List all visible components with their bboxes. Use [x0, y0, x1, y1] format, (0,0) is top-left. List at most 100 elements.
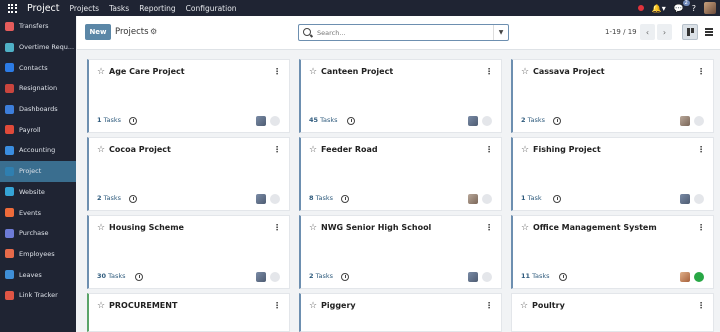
apps-menu-icon[interactable]	[6, 2, 18, 14]
new-button[interactable]: New	[85, 24, 111, 40]
sidebar-item-overtime-requ[interactable]: Overtime Requ...	[0, 37, 76, 58]
status-indicator[interactable]	[270, 116, 280, 126]
pager-prev-button[interactable]: ‹	[640, 24, 655, 40]
sidebar-item-project[interactable]: Project	[0, 160, 76, 182]
assignee-avatar[interactable]	[468, 116, 478, 126]
assignee-avatar[interactable]	[256, 116, 266, 126]
card-menu-icon[interactable]: ⋮	[485, 67, 493, 76]
assignee-avatar[interactable]	[680, 194, 690, 204]
favorite-star-icon[interactable]: ☆	[97, 301, 105, 311]
status-indicator[interactable]	[270, 272, 280, 282]
menu-reporting[interactable]: Reporting	[139, 4, 175, 13]
status-indicator[interactable]	[694, 194, 704, 204]
card-menu-icon[interactable]: ⋮	[485, 301, 493, 310]
help-icon[interactable]: ?	[692, 4, 696, 13]
tasks-link[interactable]: 30 Tasks	[97, 272, 126, 280]
favorite-star-icon[interactable]: ☆	[97, 67, 105, 77]
favorite-star-icon[interactable]: ☆	[309, 67, 317, 77]
project-card[interactable]: ☆ Office Management System ⋮ 11 Tasks	[511, 215, 714, 289]
card-menu-icon[interactable]: ⋮	[697, 67, 705, 76]
project-card[interactable]: ☆ Feeder Road ⋮ 8 Tasks	[299, 137, 502, 211]
card-menu-icon[interactable]: ⋮	[697, 223, 705, 232]
tasks-link[interactable]: 1 Task	[521, 194, 542, 202]
tasks-link[interactable]: 8 Tasks	[309, 194, 333, 202]
card-menu-icon[interactable]: ⋮	[273, 145, 281, 154]
favorite-star-icon[interactable]: ☆	[309, 223, 317, 233]
status-indicator[interactable]	[482, 116, 492, 126]
search-input[interactable]	[317, 27, 487, 39]
favorite-star-icon[interactable]: ☆	[97, 145, 105, 155]
favorite-star-icon[interactable]: ☆	[521, 223, 529, 233]
sidebar-item-purchase[interactable]: Purchase	[0, 223, 76, 244]
status-indicator[interactable]	[694, 272, 704, 282]
activity-clock-icon[interactable]	[553, 117, 561, 125]
sidebar-item-accounting[interactable]: Accounting	[0, 140, 76, 161]
sidebar-item-resignation[interactable]: Resignation	[0, 78, 76, 99]
bell-icon[interactable]: 🔔▾	[652, 4, 666, 13]
project-card[interactable]: ☆ Age Care Project ⋮ 1 Tasks	[87, 59, 290, 133]
tasks-link[interactable]: 11 Tasks	[521, 272, 550, 280]
sidebar-item-transfers[interactable]: Transfers	[0, 16, 76, 37]
project-card[interactable]: ☆ NWG Senior High School ⋮ 2 Tasks	[299, 215, 502, 289]
favorite-star-icon[interactable]: ☆	[520, 301, 528, 311]
assignee-avatar[interactable]	[680, 116, 690, 126]
favorite-star-icon[interactable]: ☆	[309, 145, 317, 155]
tasks-link[interactable]: 45 Tasks	[309, 116, 338, 124]
kanban-view-button[interactable]	[682, 24, 698, 40]
assignee-avatar[interactable]	[256, 194, 266, 204]
list-view-button[interactable]	[701, 24, 717, 40]
activity-clock-icon[interactable]	[559, 273, 567, 281]
assignee-avatar[interactable]	[680, 272, 690, 282]
pager-next-button[interactable]: ›	[657, 24, 672, 40]
favorite-star-icon[interactable]: ☆	[97, 223, 105, 233]
project-card[interactable]: ☆ Piggery ⋮	[299, 293, 502, 332]
favorite-star-icon[interactable]: ☆	[521, 145, 529, 155]
tasks-link[interactable]: 2 Tasks	[97, 194, 121, 202]
record-status-icon[interactable]	[637, 5, 644, 11]
card-menu-icon[interactable]: ⋮	[273, 301, 281, 310]
assignee-avatar[interactable]	[256, 272, 266, 282]
chat-icon[interactable]: 💬 2	[674, 0, 690, 13]
activity-clock-icon[interactable]	[129, 195, 137, 203]
sidebar-item-events[interactable]: Events	[0, 202, 76, 223]
app-brand[interactable]: Project	[27, 3, 60, 14]
status-indicator[interactable]	[694, 116, 704, 126]
sidebar-item-website[interactable]: Website	[0, 182, 76, 203]
status-indicator[interactable]	[482, 272, 492, 282]
tasks-link[interactable]: 2 Tasks	[309, 272, 333, 280]
assignee-avatar[interactable]	[468, 194, 478, 204]
gear-icon[interactable]: ⚙	[150, 27, 157, 36]
activity-clock-icon[interactable]	[129, 117, 137, 125]
card-menu-icon[interactable]: ⋮	[697, 301, 705, 310]
search-options-dropdown[interactable]: ▼	[493, 25, 508, 40]
activity-clock-icon[interactable]	[341, 273, 349, 281]
card-menu-icon[interactable]: ⋮	[485, 223, 493, 232]
sidebar-item-link-tracker[interactable]: Link Tracker	[0, 285, 76, 306]
project-card[interactable]: ☆ Poultry ⋮	[511, 293, 714, 332]
sidebar-item-contacts[interactable]: Contacts	[0, 57, 76, 78]
favorite-star-icon[interactable]: ☆	[309, 301, 317, 311]
project-card[interactable]: ☆ Housing Scheme ⋮ 30 Tasks	[87, 215, 290, 289]
card-menu-icon[interactable]: ⋮	[697, 145, 705, 154]
card-menu-icon[interactable]: ⋮	[485, 145, 493, 154]
activity-clock-icon[interactable]	[341, 195, 349, 203]
activity-clock-icon[interactable]	[135, 273, 143, 281]
favorite-star-icon[interactable]: ☆	[521, 67, 529, 77]
menu-projects[interactable]: Projects	[70, 4, 100, 13]
pager-value[interactable]: 1-19 / 19	[605, 28, 637, 36]
assignee-avatar[interactable]	[468, 272, 478, 282]
sidebar-item-leaves[interactable]: Leaves	[0, 264, 76, 285]
user-avatar[interactable]	[704, 2, 716, 14]
tasks-link[interactable]: 2 Tasks	[521, 116, 545, 124]
project-card[interactable]: ☆ Fishing Project ⋮ 1 Task	[511, 137, 714, 211]
card-menu-icon[interactable]: ⋮	[273, 223, 281, 232]
card-menu-icon[interactable]: ⋮	[273, 67, 281, 76]
sidebar-item-payroll[interactable]: Payroll	[0, 119, 76, 140]
menu-tasks[interactable]: Tasks	[109, 4, 129, 13]
tasks-link[interactable]: 1 Tasks	[97, 116, 121, 124]
status-indicator[interactable]	[482, 194, 492, 204]
project-card[interactable]: ☆ PROCUREMENT ⋮	[87, 293, 290, 332]
project-card[interactable]: ☆ Canteen Project ⋮ 45 Tasks	[299, 59, 502, 133]
sidebar-item-employees[interactable]: Employees	[0, 244, 76, 265]
activity-clock-icon[interactable]	[347, 117, 355, 125]
